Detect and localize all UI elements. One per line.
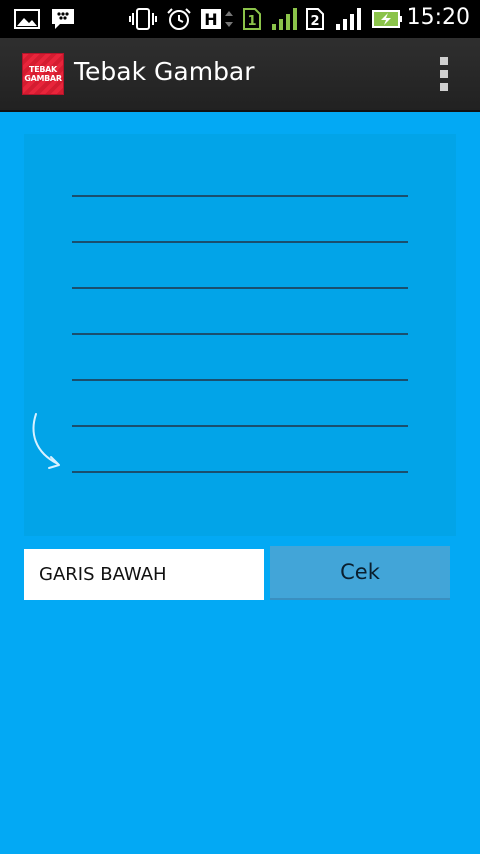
overflow-dot	[440, 57, 448, 65]
overflow-dot	[440, 70, 448, 78]
action-bar: TEBAK GAMBAR Tebak Gambar	[0, 38, 480, 112]
svg-text:2: 2	[310, 14, 319, 29]
check-button[interactable]: Cek	[270, 546, 450, 600]
alarm-icon	[166, 7, 192, 31]
sim1-icon: 1	[242, 7, 262, 31]
app-logo-line2: GAMBAR	[24, 74, 62, 83]
bbm-icon	[50, 7, 76, 31]
svg-text:H: H	[204, 10, 217, 29]
underline-lines	[72, 195, 408, 473]
answer-input[interactable]	[24, 549, 264, 600]
curved-arrow-icon	[32, 413, 59, 465]
gallery-icon	[14, 7, 40, 31]
overflow-menu-icon[interactable]	[438, 57, 450, 91]
app-title: Tebak Gambar	[74, 57, 255, 86]
vibrate-icon	[128, 7, 158, 31]
overflow-dot	[440, 83, 448, 91]
battery-charging-icon	[372, 7, 404, 31]
status-bar: H 1 2 15:20	[0, 0, 480, 38]
puzzle-image	[24, 134, 456, 536]
app-logo-line1: TEBAK	[29, 65, 57, 74]
sim2-icon: 2	[305, 7, 325, 31]
app-logo[interactable]: TEBAK GAMBAR	[22, 53, 64, 95]
svg-text:1: 1	[247, 14, 256, 29]
puzzle-drawing	[32, 195, 408, 473]
signal2-icon	[334, 7, 362, 31]
network-type-icon: H	[200, 7, 238, 31]
signal1-icon	[270, 7, 298, 31]
status-clock: 15:20	[406, 5, 470, 30]
